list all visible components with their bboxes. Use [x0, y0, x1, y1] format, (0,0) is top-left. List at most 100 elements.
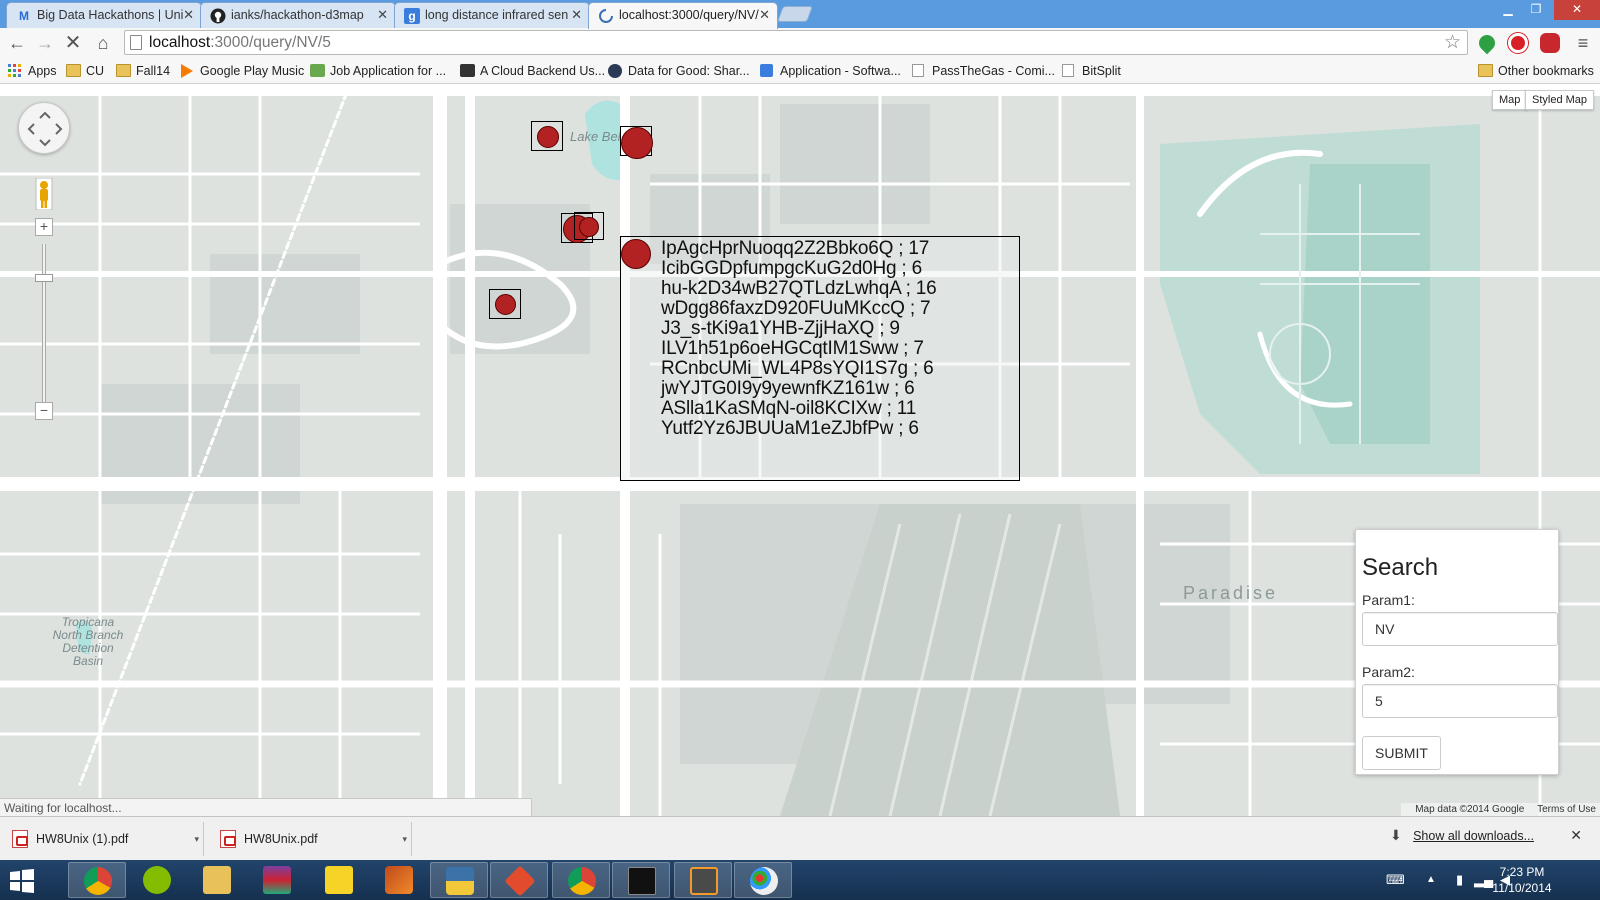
- map-marker[interactable]: [621, 127, 653, 159]
- param2-input[interactable]: [1362, 684, 1558, 718]
- zoom-slider-thumb[interactable]: [35, 274, 53, 282]
- bookmark-google-play-music[interactable]: Google Play Music: [180, 62, 304, 80]
- bookmark-star-icon[interactable]: ☆: [1444, 32, 1461, 54]
- zoom-in-button[interactable]: +: [35, 218, 53, 236]
- marker-box[interactable]: [574, 212, 604, 240]
- map-marker[interactable]: [621, 239, 651, 269]
- adblock-icon[interactable]: [1508, 33, 1528, 53]
- forward-icon[interactable]: →: [34, 32, 56, 54]
- new-tab-button[interactable]: [777, 6, 813, 22]
- back-icon[interactable]: ←: [6, 32, 28, 54]
- map-marker[interactable]: [537, 126, 559, 148]
- window-close-button[interactable]: ✕: [1554, 0, 1600, 20]
- close-icon[interactable]: ✕: [759, 3, 770, 27]
- search-title: Search: [1362, 554, 1439, 581]
- download-filename: HW8Unix (1).pdf: [36, 832, 129, 846]
- bookmark-apps[interactable]: Apps: [8, 62, 57, 80]
- map-canvas[interactable]: Map Styled Map + − Lake Bel Paradise Tro…: [0, 84, 1600, 816]
- taskbar-chrome-2[interactable]: [552, 862, 610, 898]
- system-clock[interactable]: 7:23 PM 11/10/2014: [1482, 864, 1562, 896]
- windows-start-icon[interactable]: [8, 868, 38, 894]
- close-icon[interactable]: ✕: [377, 3, 388, 27]
- download-item[interactable]: HW8Unix (1).pdf ▾: [0, 822, 204, 856]
- bookmark-application-software[interactable]: Application - Softwa...: [760, 62, 901, 80]
- bookmark-passthegas[interactable]: PassTheGas - Comi...: [912, 62, 1055, 80]
- taskbar-python[interactable]: [430, 862, 488, 898]
- list-item: IpAgcHprNuoqq2Z2Bbko6Q ; 17: [661, 238, 930, 259]
- browser-toolbar: ← → ✕ ⌂ localhost:3000/query/NV/5 ☆ ≡: [0, 28, 1600, 58]
- bookmark-cloud-backend[interactable]: A Cloud Backend Us...: [460, 62, 605, 80]
- chevron-up-icon[interactable]: ▲: [1426, 874, 1436, 885]
- terminal-icon: [628, 867, 656, 895]
- param1-input[interactable]: [1362, 612, 1558, 646]
- param2-label: Param2:: [1362, 664, 1415, 680]
- chevron-down-icon[interactable]: ▾: [402, 822, 407, 856]
- pan-control[interactable]: [18, 102, 70, 154]
- battery-icon[interactable]: ▮: [1456, 872, 1463, 888]
- restore-button[interactable]: ❐: [1522, 0, 1550, 20]
- bookmark-bitsplit[interactable]: BitSplit: [1062, 62, 1121, 80]
- tab-google-search[interactable]: g long distance infrared sen ✕: [394, 2, 590, 28]
- minimize-button[interactable]: ▁: [1494, 0, 1522, 20]
- tab-localhost[interactable]: localhost:3000/query/NV/ ✕: [588, 2, 778, 29]
- bookmark-job-application[interactable]: Job Application for ...: [310, 62, 446, 80]
- close-icon[interactable]: ✕: [1570, 827, 1582, 844]
- home-icon[interactable]: ⌂: [92, 32, 114, 54]
- zoom-slider-track[interactable]: [42, 244, 46, 414]
- taskbar-terminal[interactable]: [612, 862, 670, 898]
- marker-box[interactable]: [531, 121, 563, 151]
- show-all-downloads-link[interactable]: Show all downloads...: [1413, 829, 1534, 843]
- chevron-down-icon[interactable]: ▾: [194, 822, 199, 856]
- stop-icon[interactable]: ✕: [62, 32, 84, 54]
- url-text[interactable]: localhost:3000/query/NV/5: [149, 33, 331, 53]
- winrar-icon: [263, 866, 291, 894]
- menu-icon[interactable]: ≡: [1572, 32, 1594, 54]
- tab-github[interactable]: ianks/hackathon-d3map ✕: [200, 2, 396, 28]
- location-pin-icon[interactable]: [1475, 31, 1499, 55]
- git-icon: [504, 865, 536, 897]
- list-item: hu-k2D34wB27QTLdzLwhqA ; 16: [661, 278, 937, 299]
- map-marker[interactable]: [495, 294, 516, 315]
- download-filename: HW8Unix.pdf: [244, 832, 318, 846]
- address-bar[interactable]: localhost:3000/query/NV/5 ☆: [124, 30, 1468, 55]
- keyboard-icon[interactable]: ⌨: [1386, 872, 1405, 888]
- close-icon[interactable]: ✕: [571, 3, 582, 27]
- extension-gear-icon[interactable]: [1540, 33, 1560, 53]
- taskbar-chrome[interactable]: [68, 862, 126, 898]
- gmail-m-icon: M: [19, 9, 29, 23]
- bookmark-cu[interactable]: CU: [66, 62, 104, 80]
- play-music-icon: [180, 64, 195, 78]
- submit-button[interactable]: SUBMIT: [1362, 736, 1441, 770]
- taskbar-file-explorer[interactable]: [188, 862, 246, 898]
- taskbar-matlab[interactable]: [370, 862, 428, 898]
- search-panel: Search Param1: Param2: SUBMIT: [1355, 529, 1559, 775]
- map-type-map-button[interactable]: Map: [1492, 90, 1528, 110]
- bookmark-fall14[interactable]: Fall14: [116, 62, 170, 80]
- download-item[interactable]: HW8Unix.pdf ▾: [208, 822, 412, 856]
- bookmark-label: Google Play Music: [200, 64, 305, 78]
- marker-box[interactable]: [620, 126, 653, 159]
- taskbar-sticky-notes[interactable]: [310, 862, 368, 898]
- tab-big-data-hackathons[interactable]: M Big Data Hackathons | Uni ✕: [6, 2, 202, 28]
- taskbar-paint[interactable]: [734, 862, 792, 898]
- clock-time: 7:23 PM: [1499, 865, 1545, 879]
- marker-box[interactable]: [489, 289, 521, 319]
- list-item: IcibGGDpfumpgcKuG2d0Hg ; 6: [661, 258, 922, 279]
- close-icon[interactable]: ✕: [183, 3, 194, 27]
- bookmark-label: Fall14: [136, 64, 171, 78]
- bookmark-label: Data for Good: Shar...: [628, 64, 750, 78]
- terms-link[interactable]: Terms of Use: [1537, 804, 1596, 815]
- map-type-styled-map-button[interactable]: Styled Map: [1525, 90, 1595, 110]
- taskbar-git[interactable]: [490, 862, 548, 898]
- taskbar-spotify[interactable]: [128, 862, 186, 898]
- zoom-out-button[interactable]: −: [35, 402, 53, 420]
- map-marker[interactable]: [579, 217, 599, 237]
- bookmark-data-for-good[interactable]: Data for Good: Shar...: [608, 62, 750, 80]
- taskbar-sublime[interactable]: [674, 862, 732, 898]
- chrome-icon: [84, 867, 112, 895]
- matlab-icon: [385, 866, 413, 894]
- other-bookmarks[interactable]: Other bookmarks: [1478, 62, 1594, 80]
- globe-icon: [608, 64, 622, 78]
- street-view-pegman-icon[interactable]: [34, 177, 54, 211]
- taskbar-winrar[interactable]: [248, 862, 306, 898]
